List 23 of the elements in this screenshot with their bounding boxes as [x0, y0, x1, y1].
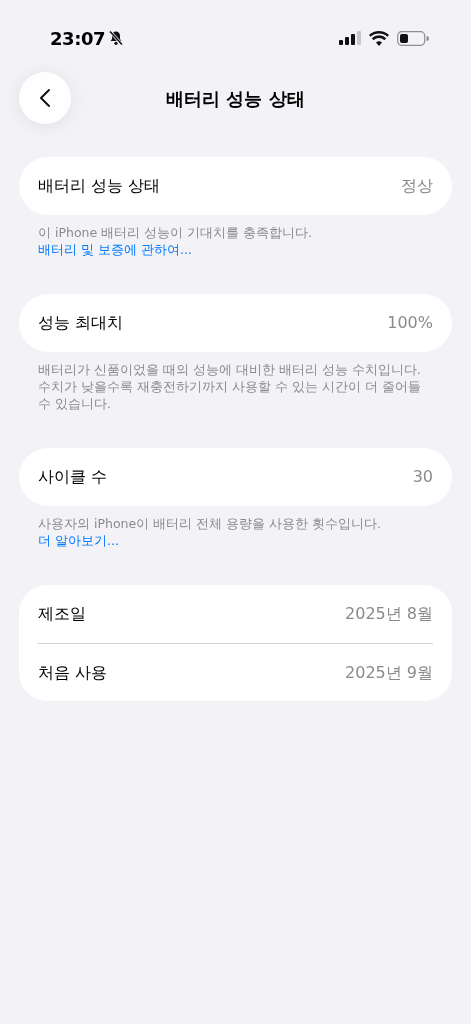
row-value: 2025년 8월 — [345, 603, 433, 625]
screen-title: 배터리 성능 상태 — [166, 86, 305, 111]
footnote-text: 사용자의 iPhone이 배터리 전체 용량을 사용한 횟수입니다. 더 알아보기... — [37, 515, 382, 550]
row-label: 성능 최대치 — [38, 312, 124, 334]
row-label: 배터리 성능 상태 — [38, 175, 161, 197]
row-value: 정상 — [401, 175, 433, 197]
back-button[interactable] — [19, 72, 71, 124]
info-link[interactable]: 더 알아보기... — [38, 533, 119, 548]
info-link[interactable]: 배터리 및 보증에 관하여... — [38, 242, 192, 257]
row-value: 30 — [412, 466, 433, 488]
back-chevron-icon — [39, 88, 51, 108]
footnote-text: 이 iPhone 배터리 성능이 기대치를 충족합니다. 배터리 및 보증에 관하여... — [37, 224, 314, 259]
footnote-text: 배터리가 신품이었을 때의 성능에 대비한 배터리 성능 수치입니다. 수치가 낮을수록 재충전하기까지 사용할 수 있는 시간이 더 줄어들 수 있습니다. — [37, 361, 422, 413]
row-label: 제조일 — [38, 603, 86, 625]
row-label: 사이클 수 — [38, 466, 108, 488]
row-label: 처음 사용 — [38, 661, 108, 684]
signal-icon — [339, 31, 361, 45]
wifi-icon — [369, 30, 389, 46]
status-time: 23:07 — [50, 26, 106, 51]
muted-bell-icon — [108, 30, 125, 46]
row-value: 100% — [387, 312, 433, 334]
battery-icon — [397, 30, 429, 46]
row-value: 2025년 9월 — [345, 661, 433, 684]
